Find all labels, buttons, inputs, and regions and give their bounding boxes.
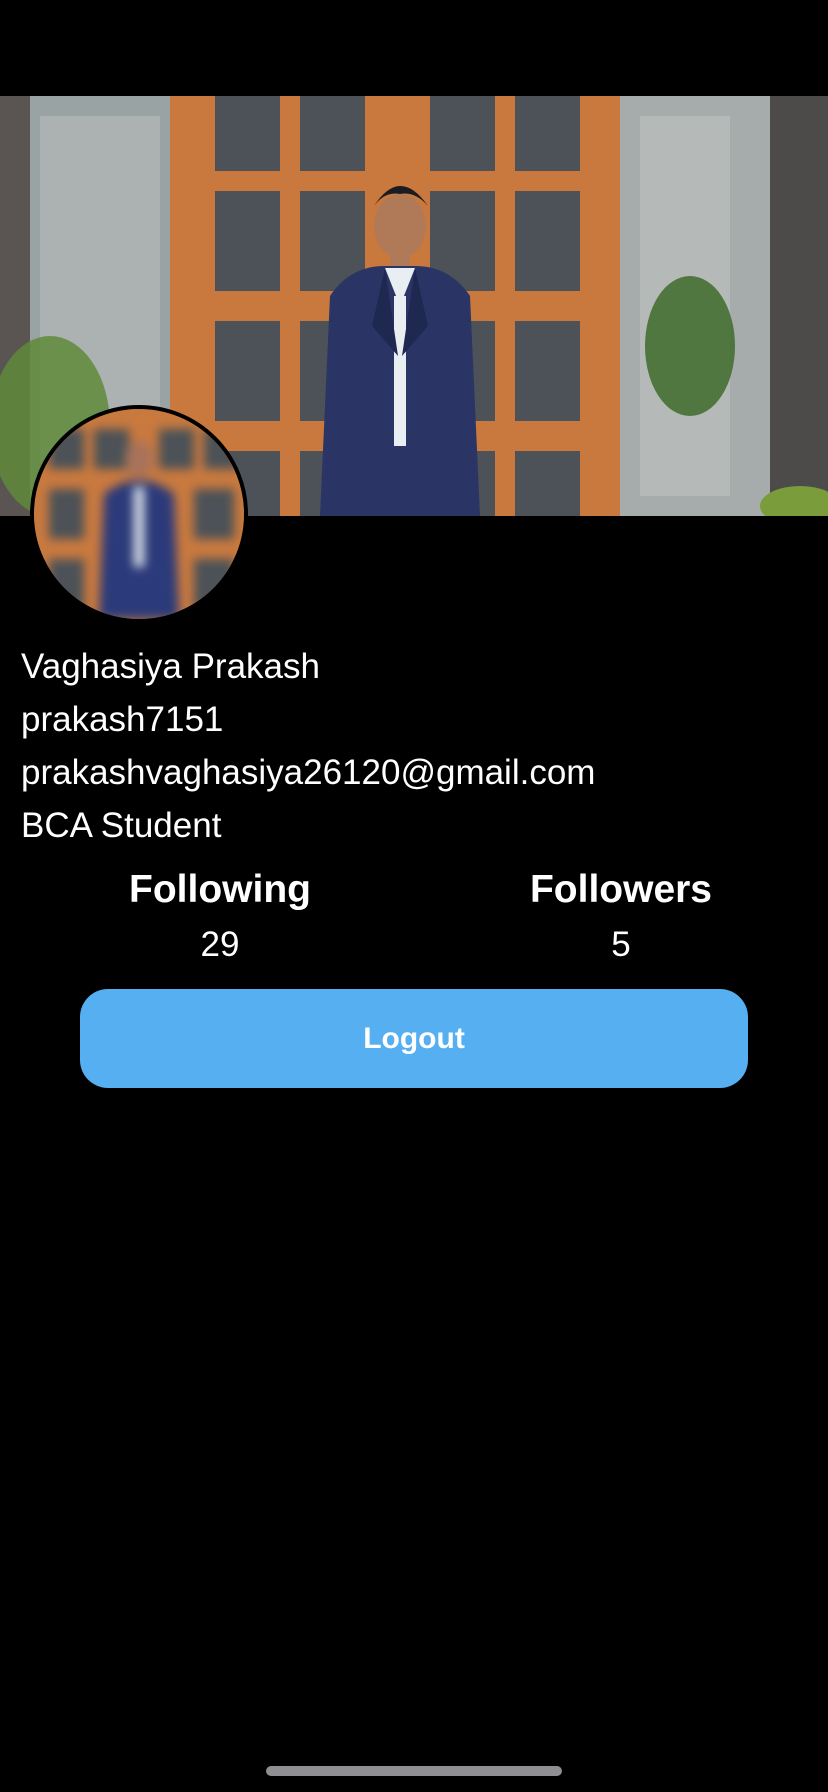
followers-count: 5 [611,925,631,964]
profile-bio: BCA Student [21,806,222,845]
status-bar [0,0,828,96]
profile-screen: Vaghasiya Prakash prakash7151 prakashvag… [0,0,828,1792]
profile-avatar[interactable] [30,405,248,623]
logout-button[interactable]: Logout [80,989,748,1088]
followers-label: Followers [529,868,713,911]
followers-stat[interactable]: Followers 5 [471,864,771,970]
following-stat[interactable]: Following 29 [70,864,370,970]
profile-name: Vaghasiya Prakash [21,647,320,686]
following-label: Following [129,868,311,911]
following-count: 29 [200,925,240,964]
home-indicator[interactable] [266,1766,562,1776]
profile-username: prakash7151 [21,700,224,739]
profile-email: prakashvaghasiya26120@gmail.com [21,753,596,792]
